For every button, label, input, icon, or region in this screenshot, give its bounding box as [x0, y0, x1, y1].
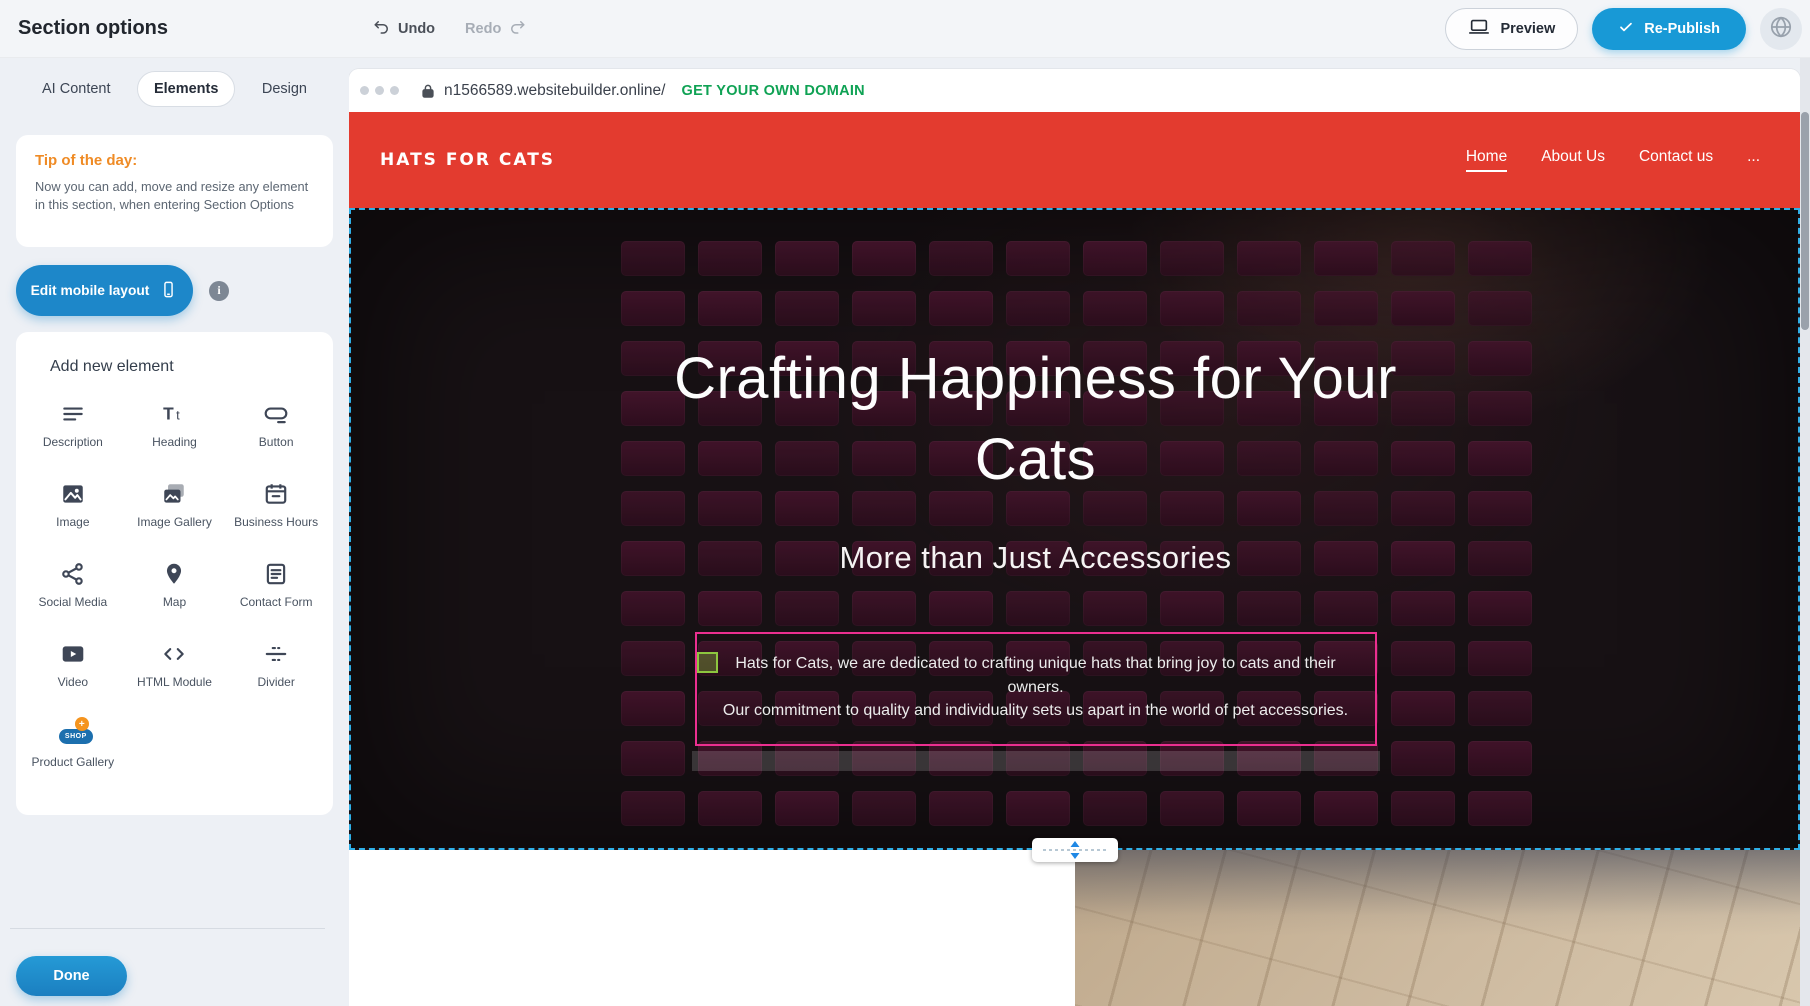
nav-contact-us[interactable]: Contact us	[1639, 148, 1713, 172]
map-icon	[160, 560, 188, 588]
site-logo[interactable]: HATS FOR CATS	[380, 150, 555, 170]
edit-mobile-layout-button[interactable]: Edit mobile layout	[16, 265, 193, 316]
element-map[interactable]: Map	[124, 560, 226, 640]
site-header: HATS FOR CATS Home About Us Contact us...	[349, 112, 1800, 208]
contact-form-icon	[262, 560, 290, 588]
window-dots	[360, 86, 399, 95]
undo-redo-group: Undo Redo	[373, 18, 526, 40]
element-label: Business Hours	[234, 515, 318, 530]
scrollbar-thumb[interactable]	[1801, 112, 1809, 330]
sidebar-divider	[10, 928, 325, 929]
element-html-module[interactable]: HTML Module	[124, 640, 226, 720]
button-icon	[262, 400, 290, 428]
monitor-icon	[1468, 16, 1490, 42]
video-icon	[59, 640, 87, 668]
globe-icon	[1768, 14, 1794, 43]
site-preview-window: n1566589.websitebuilder.online/ GET YOUR…	[349, 69, 1800, 1006]
site-nav: Home About Us Contact us...	[1466, 148, 1760, 172]
element-grid: Description Tt Heading Button Image Image Gal…	[16, 376, 333, 800]
element-video[interactable]: Video	[22, 640, 124, 720]
nav-about-us[interactable]: About Us	[1541, 148, 1605, 172]
add-element-panel: Add new element Description Tt Heading Butt…	[16, 332, 333, 815]
add-element-title: Add new element	[16, 358, 333, 376]
element-label: Social Media	[38, 595, 107, 610]
element-heading[interactable]: Tt Heading	[124, 400, 226, 480]
upgrade-badge: +	[75, 717, 89, 731]
page-scrollbar[interactable]	[1800, 58, 1810, 1006]
tip-card: Tip of the day: Now you can add, move an…	[16, 135, 333, 247]
element-image-gallery[interactable]: Image Gallery	[124, 480, 226, 560]
republish-button[interactable]: Re-Publish	[1592, 8, 1746, 50]
element-label: Video	[58, 675, 88, 690]
info-icon[interactable]: i	[209, 281, 229, 301]
svg-text:T: T	[164, 403, 175, 423]
sidebar: AI Content Elements Design Tip of the day:…	[0, 58, 349, 1006]
hero-paragraph[interactable]: Hats for Cats, we are dedicated to craft…	[717, 652, 1355, 722]
element-label: Image	[56, 515, 89, 530]
element-image[interactable]: Image	[22, 480, 124, 560]
site-url: n1566589.websitebuilder.online/	[444, 82, 665, 100]
element-label: Divider	[257, 675, 294, 690]
element-product-gallery[interactable]: SHOP+ Product Gallery	[22, 720, 124, 800]
mobile-phone-icon	[159, 280, 178, 302]
topbar: Section options Undo Redo Preview Re-Pub…	[0, 0, 1810, 58]
html-module-icon	[160, 640, 188, 668]
element-description[interactable]: Description	[22, 400, 124, 480]
sidebar-tabs: AI Content Elements Design	[0, 71, 349, 107]
element-divider[interactable]: Divider	[225, 640, 327, 720]
svg-text:t: t	[177, 407, 181, 422]
done-button[interactable]: Done	[16, 956, 127, 996]
element-label: Product Gallery	[31, 755, 114, 770]
tab-ai-content[interactable]: AI Content	[26, 72, 127, 106]
element-label: Description	[43, 435, 103, 450]
product-gallery-icon: SHOP+	[59, 720, 87, 748]
nav-home[interactable]: Home	[1466, 148, 1507, 172]
language-globe-button[interactable]	[1760, 8, 1802, 50]
get-domain-link[interactable]: GET YOUR OWN DOMAIN	[681, 83, 864, 99]
element-label: HTML Module	[137, 675, 212, 690]
element-label: Contact Form	[240, 595, 313, 610]
floor-image	[1075, 850, 1800, 1006]
next-section[interactable]	[349, 850, 1800, 1006]
image-icon	[59, 480, 87, 508]
element-contact-form[interactable]: Contact Form	[225, 560, 327, 640]
element-label: Heading	[152, 435, 197, 450]
selected-text-element[interactable]: Hats for Cats, we are dedicated to craft…	[695, 632, 1377, 746]
page: Section options Undo Redo Preview Re-Pub…	[0, 0, 1810, 1006]
page-title: Section options	[18, 17, 168, 40]
topbar-actions: Preview Re-Publish	[1445, 8, 1802, 50]
element-ghost-bar	[692, 751, 1380, 771]
browser-bar: n1566589.websitebuilder.online/ GET YOUR…	[349, 69, 1800, 112]
divider-icon	[262, 640, 290, 668]
element-social-media[interactable]: Social Media	[22, 560, 124, 640]
tab-elements[interactable]: Elements	[137, 71, 235, 107]
tip-title: Tip of the day:	[35, 152, 314, 169]
business-hours-icon	[262, 480, 290, 508]
element-label: Image Gallery	[137, 515, 212, 530]
hero-subheading[interactable]: More than Just Accessories	[839, 540, 1231, 576]
social-media-icon	[59, 560, 87, 588]
tab-design[interactable]: Design	[246, 72, 323, 106]
hero-section[interactable]: Crafting Happiness for Your Cats More th…	[349, 208, 1800, 850]
lock-icon	[419, 82, 437, 100]
hero-heading[interactable]: Crafting Happiness for Your Cats	[616, 338, 1456, 500]
undo-button[interactable]: Undo	[373, 18, 435, 40]
resize-handle-green[interactable]	[697, 652, 718, 673]
image-gallery-icon	[160, 480, 188, 508]
redo-icon	[508, 18, 526, 40]
element-business-hours[interactable]: Business Hours	[225, 480, 327, 560]
tip-body: Now you can add, move and resize any ele…	[35, 178, 314, 214]
hero-content: Crafting Happiness for Your Cats More th…	[351, 210, 1798, 848]
redo-button[interactable]: Redo	[465, 18, 526, 40]
heading-icon: Tt	[160, 400, 188, 428]
nav-[interactable]: ...	[1747, 148, 1760, 172]
element-label: Map	[163, 595, 186, 610]
element-button[interactable]: Button	[225, 400, 327, 480]
section-resize-handle[interactable]	[1032, 838, 1118, 862]
preview-button[interactable]: Preview	[1445, 8, 1578, 50]
element-label: Button	[259, 435, 294, 450]
check-icon	[1618, 19, 1634, 39]
undo-icon	[373, 18, 391, 40]
description-icon	[59, 400, 87, 428]
